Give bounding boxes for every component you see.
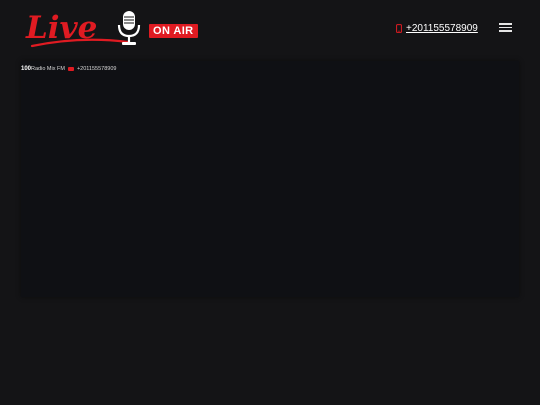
flag-icon	[67, 67, 74, 71]
mobile-phone-icon	[396, 23, 402, 33]
player-phone: +201155578909	[76, 66, 117, 72]
header-phone-link[interactable]: +201155578909	[396, 20, 478, 36]
logo-swoosh	[30, 38, 130, 48]
microphone-icon	[117, 11, 141, 45]
site-header: Live ON AIR +201155578909	[0, 0, 540, 58]
header-phone-number: +201155578909	[406, 22, 478, 34]
on-air-badge: ON AIR	[149, 24, 198, 38]
player-info-bar: 100 Radio Mix FM +201155578909	[21, 64, 116, 74]
radio-player[interactable]: 100 Radio Mix FM +201155578909	[21, 61, 519, 297]
site-logo[interactable]: Live ON AIR	[26, 8, 210, 48]
player-station-title: Radio Mix FM	[31, 66, 65, 72]
page: Live ON AIR +201155578909 100 Radio Mix …	[0, 0, 540, 405]
hamburger-menu-icon[interactable]	[499, 21, 513, 33]
player-number: 100	[21, 66, 32, 72]
